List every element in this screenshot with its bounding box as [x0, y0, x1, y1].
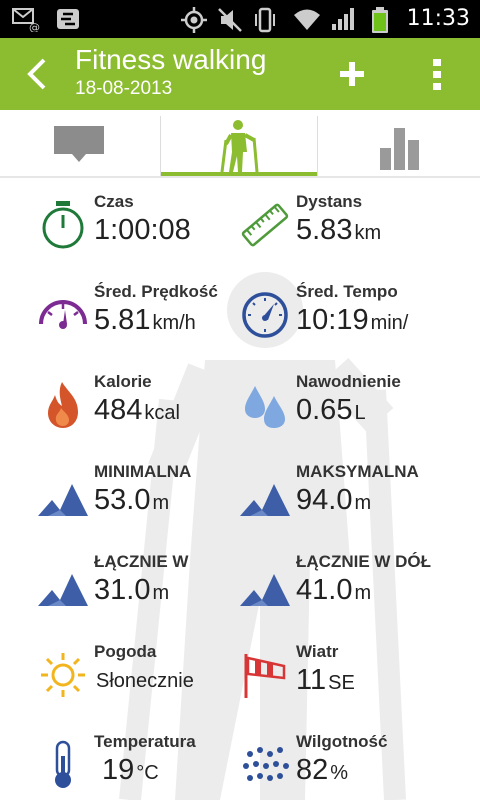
mute-icon [218, 8, 242, 32]
stat-predkosc: Śred. Prędkość 5.81 km/h [38, 282, 268, 362]
stat-label: Nawodnienie [296, 372, 401, 391]
hiker-icon [220, 120, 259, 172]
tab-bar [0, 110, 480, 178]
stat-label: Śred. Tempo [296, 282, 398, 301]
stat-label: Pogoda [94, 642, 157, 661]
activity-title: Fitness walking [75, 44, 267, 75]
stat-unit: m [152, 492, 170, 514]
flame-icon [48, 382, 78, 428]
mountains-icon [240, 574, 290, 606]
stat-unit: °C [136, 762, 159, 784]
stat-dystans: Dystans 5.83 km [240, 192, 470, 272]
stat-wilgotnosc: Wilgotność 82% [240, 732, 470, 812]
stat-unit: kcal [144, 402, 180, 424]
stat-label: MAKSYMALNA [296, 462, 419, 481]
stat-czas: Czas 1:00:08 [38, 192, 268, 272]
stat-unit: L [354, 402, 366, 424]
stat-label: ŁĄCZNIE W [94, 552, 189, 571]
mountains-icon [38, 484, 88, 516]
rain-drops-icon [243, 747, 289, 781]
stat-wiatr: Wiatr 11 SE [240, 642, 470, 722]
stat-value: 1:00:08 [94, 214, 191, 246]
email-notification-icon: @ [12, 8, 40, 32]
stat-unit: km [354, 222, 382, 244]
stat-value: 94.0 [296, 484, 353, 516]
mountains-icon [240, 484, 290, 516]
action-bar: Fitness walking 18-08-2013 [0, 38, 480, 110]
stat-value: 5.83 [296, 214, 353, 246]
stat-label: MINIMALNA [94, 462, 192, 481]
sun-icon [41, 653, 85, 697]
stat-label: Dystans [296, 192, 363, 211]
stat-unit: m [354, 492, 372, 514]
pace-gauge-icon [242, 292, 288, 338]
stat-nawodnienie: Nawodnienie 0.65 L [240, 372, 470, 452]
stat-value: 19 [102, 754, 135, 786]
stat-value: 53.0 [94, 484, 151, 516]
stat-label: Wilgotność [296, 732, 388, 751]
tab-comments[interactable] [0, 116, 158, 178]
stat-value: 31.0 [94, 574, 151, 606]
stat-unit: km/h [152, 312, 196, 334]
stat-label: ŁĄCZNIE W DÓŁ [296, 552, 432, 571]
speedometer-icon [39, 300, 87, 329]
comment-icon [54, 126, 104, 162]
wifi-icon [294, 9, 320, 30]
stat-temperatura: Temperatura 19 °C [38, 732, 268, 812]
stat-label: Kalorie [94, 372, 152, 391]
stat-label: Śred. Prędkość [94, 282, 218, 301]
tab-divider [0, 176, 480, 178]
svg-text:@: @ [29, 21, 40, 32]
vibrate-icon [255, 7, 275, 33]
stat-value: 5.81 [94, 304, 151, 336]
stat-unit: SE [328, 672, 355, 694]
tab-activity[interactable] [160, 116, 318, 178]
thermometer-icon [55, 740, 71, 788]
runner-notification-icon [57, 9, 79, 29]
stat-unit: % [330, 762, 349, 784]
activity-date: 18-08-2013 [75, 78, 173, 99]
tab-charts[interactable] [320, 116, 480, 178]
stat-value: 484 [94, 394, 143, 426]
stat-lacznie-w: ŁĄCZNIE W 31.0 m [38, 552, 268, 632]
stat-value: 41.0 [296, 574, 353, 606]
water-drops-icon [245, 386, 285, 428]
gps-icon [181, 7, 207, 33]
add-icon[interactable] [338, 60, 366, 88]
stat-lacznie-w-dol: ŁĄCZNIE W DÓŁ 41.0 m [240, 552, 470, 632]
back-arrow-icon[interactable] [22, 54, 52, 94]
stat-value: 10:19 [296, 304, 369, 336]
ruler-icon [241, 203, 289, 247]
bar-chart-icon [380, 128, 419, 170]
stat-label: Czas [94, 192, 134, 211]
stat-label: Wiatr [296, 642, 339, 661]
stat-label: Temperatura [94, 732, 196, 751]
stat-value: 0.65 [296, 394, 353, 426]
overflow-menu-icon[interactable] [432, 58, 442, 92]
stat-value: Słonecznie [96, 670, 194, 692]
stat-pogoda: Pogoda Słonecznie [38, 642, 268, 722]
windsock-icon [244, 654, 286, 698]
stat-maksymalna: MAKSYMALNA 94.0 m [240, 462, 470, 542]
stat-value: 82 [296, 754, 329, 786]
stat-unit: min/ [370, 312, 409, 334]
stat-unit: m [354, 582, 372, 604]
status-time: 11:33 [406, 6, 470, 31]
stat-minimalna: MINIMALNA 53.0 m [38, 462, 268, 542]
stat-value: 11 [296, 664, 327, 696]
signal-icon [332, 8, 354, 30]
stopwatch-icon [42, 201, 84, 249]
battery-icon [372, 7, 388, 33]
stat-tempo: Śred. Tempo 10:19 min/ [240, 282, 470, 362]
status-bar: @ 11:33 [0, 0, 480, 38]
stat-kalorie: Kalorie 484 kcal [38, 372, 268, 452]
mountains-icon [38, 574, 88, 606]
stat-unit: m [152, 582, 170, 604]
